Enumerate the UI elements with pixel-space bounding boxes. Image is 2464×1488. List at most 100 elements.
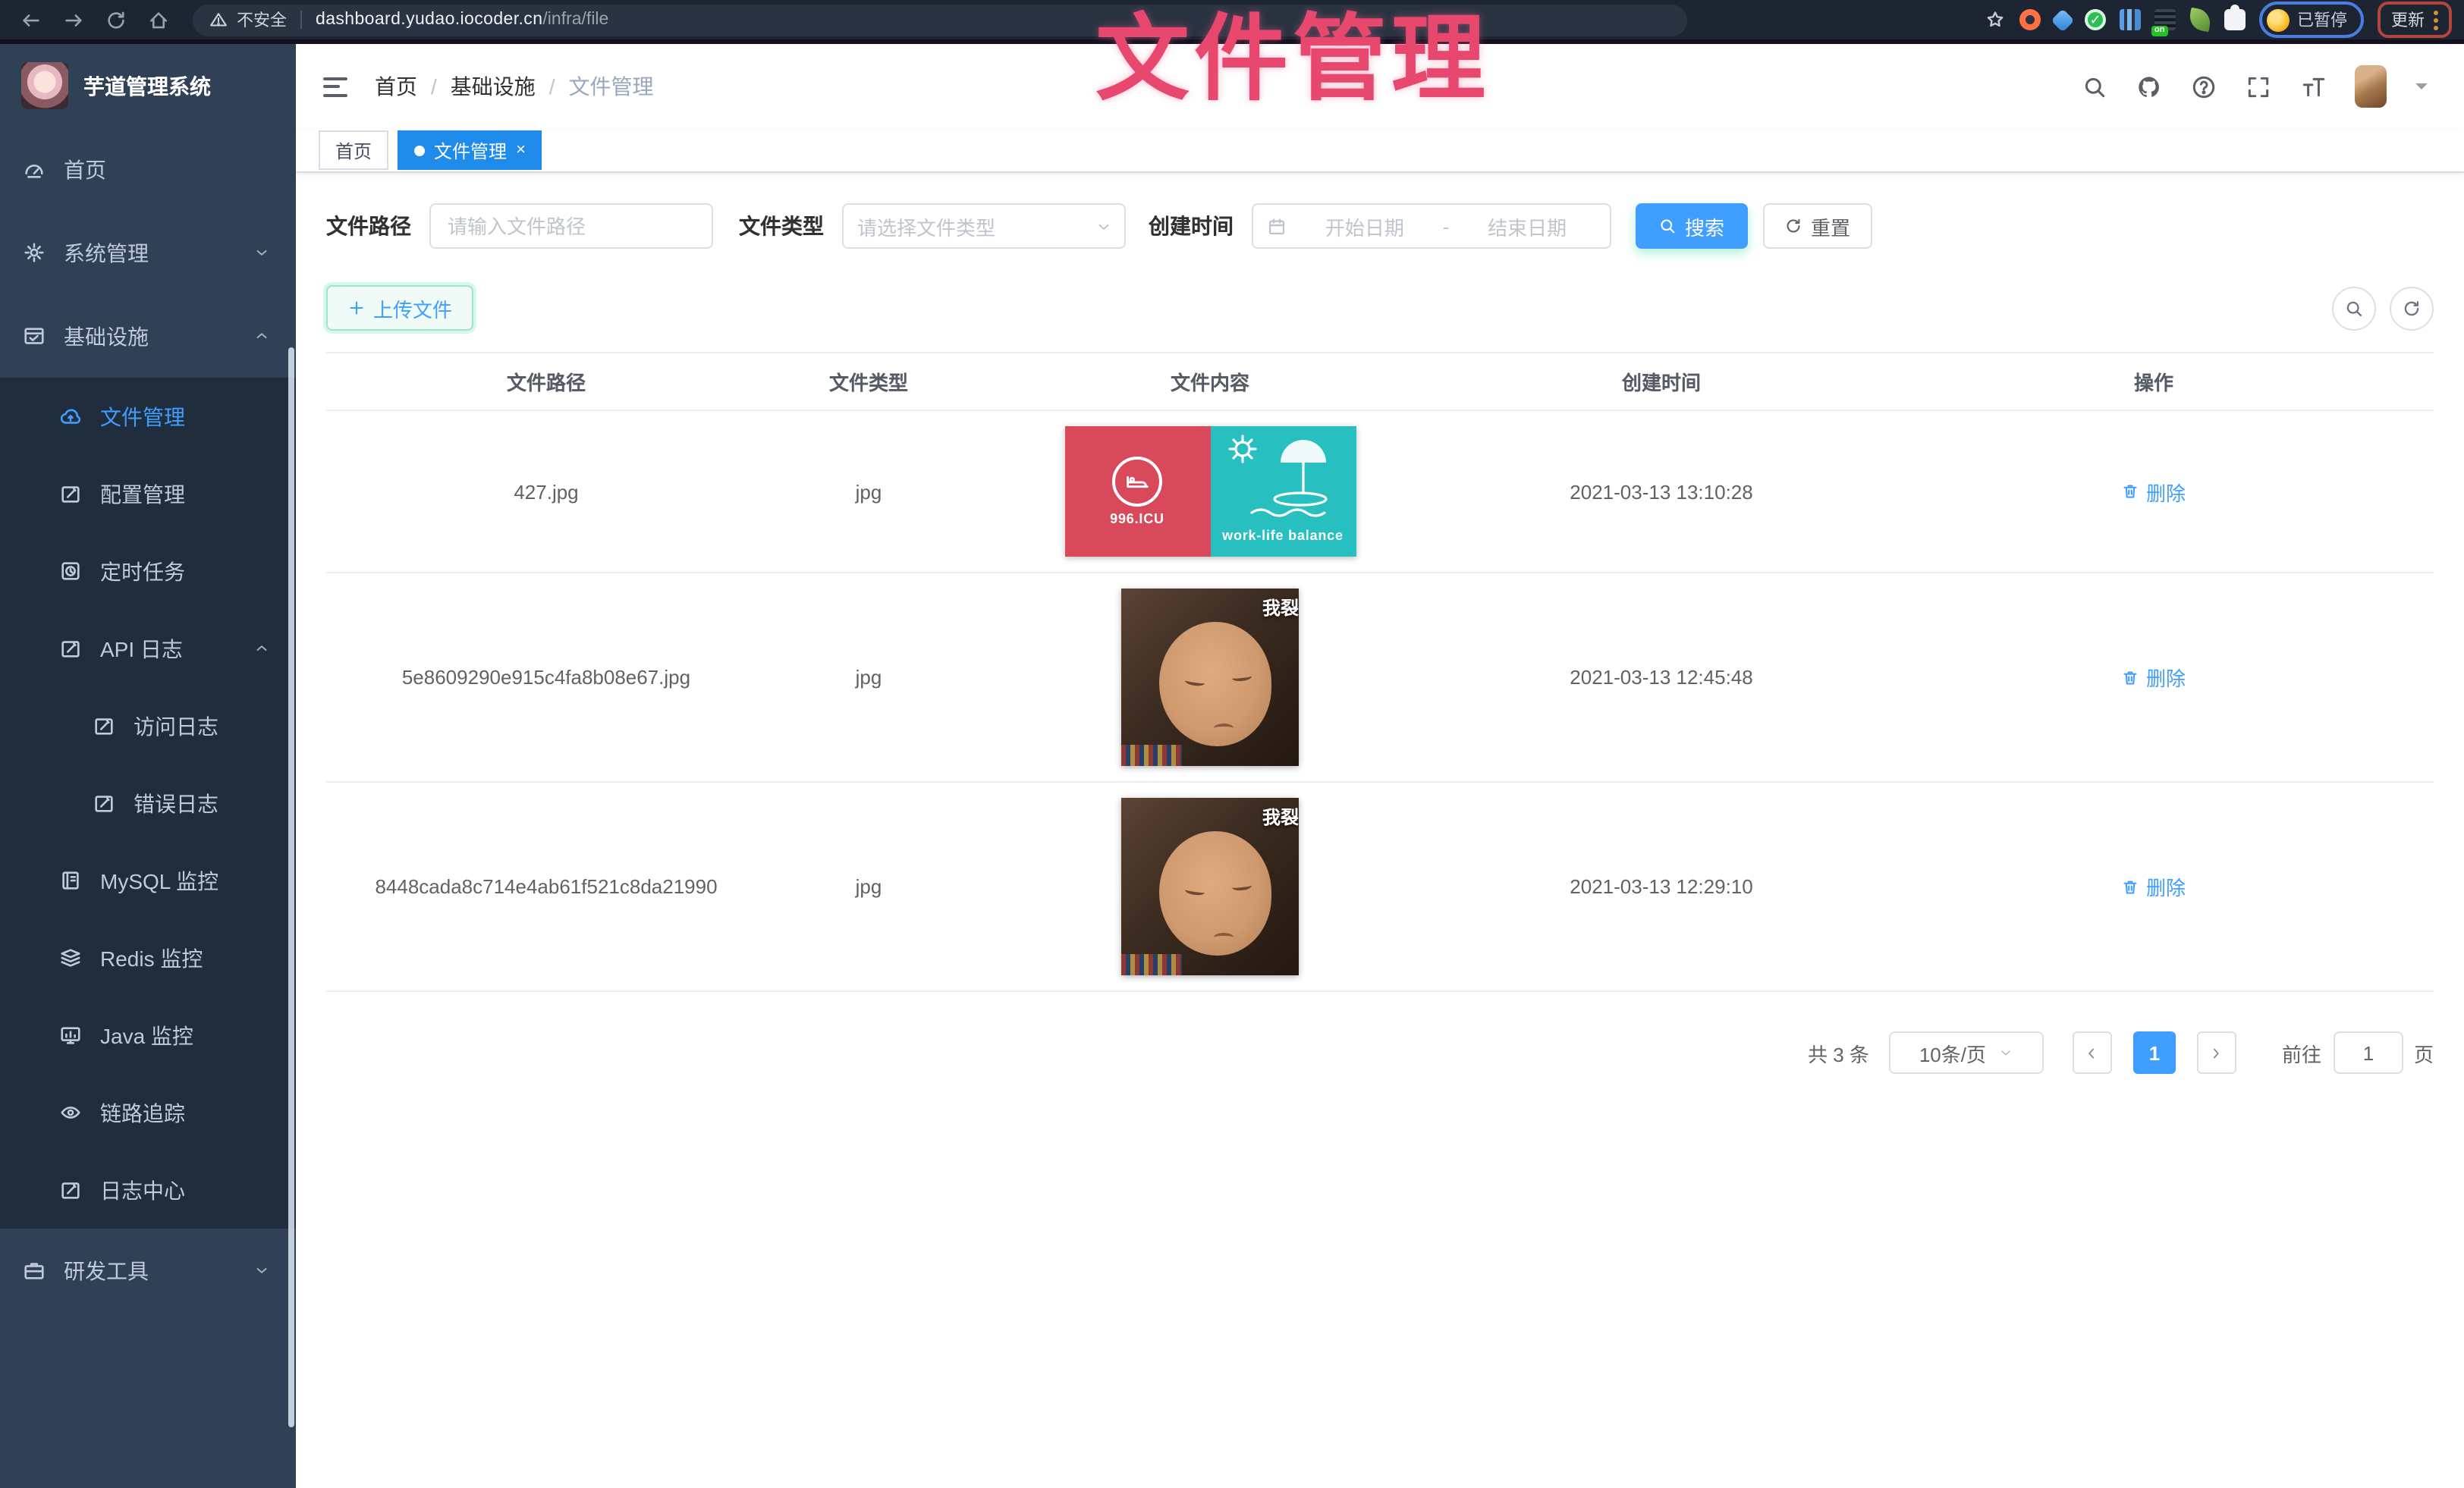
delete-button[interactable]: 删除	[2122, 872, 2186, 901]
sidebar-item-mysql-monitor[interactable]: MySQL 监控	[0, 842, 296, 919]
user-menu-caret-icon[interactable]	[2415, 83, 2428, 96]
trash-icon	[2122, 482, 2140, 501]
update-label: 更新	[2391, 8, 2425, 32]
file-type-label: 文件类型	[739, 211, 824, 241]
delete-button[interactable]: 删除	[2122, 663, 2186, 692]
infrastructure-icon	[23, 325, 46, 347]
app-logo-row[interactable]: 芋道管理系统	[0, 44, 296, 127]
layers-icon	[59, 946, 82, 969]
log-icon	[93, 714, 115, 737]
search-icon	[2344, 298, 2364, 318]
search-icon	[1659, 217, 1677, 235]
table-row: 427.jpg jpg 996.ICU	[326, 411, 2434, 573]
help-icon[interactable]	[2191, 74, 2217, 99]
bookmark-star-icon[interactable]	[1985, 9, 2006, 30]
page-number-1[interactable]: 1	[2133, 1031, 2176, 1074]
sidebar-item-access-log[interactable]: 访问日志	[0, 687, 296, 764]
chevron-left-icon	[2084, 1044, 2101, 1061]
sidebar-item-label: Java 监控	[100, 1020, 193, 1050]
browser-update-button[interactable]: 更新	[2378, 2, 2452, 38]
sidebar: 芋道管理系统 首页 系统管理 基础设施 文件管理 配置管理	[0, 44, 296, 1488]
breadcrumb-current: 文件管理	[569, 71, 654, 102]
prev-page-button[interactable]	[2073, 1031, 2112, 1074]
sidebar-item-label: 链路追踪	[100, 1097, 185, 1128]
extension-adblock-icon[interactable]	[2019, 9, 2041, 30]
profile-paused-badge[interactable]: 已暂停	[2259, 2, 2364, 38]
extension-bars-icon[interactable]	[2120, 9, 2141, 30]
extension-switch-icon[interactable]: on	[2154, 9, 2176, 30]
breadcrumb: 首页 / 基础设施 / 文件管理	[375, 71, 654, 102]
tab-close-icon[interactable]: ×	[516, 142, 526, 159]
search-button[interactable]: 搜索	[1636, 203, 1748, 249]
sidebar-scrollbar[interactable]	[288, 347, 294, 1427]
next-page-button[interactable]	[2197, 1031, 2236, 1074]
sidebar-item-log-center[interactable]: 日志中心	[0, 1151, 296, 1229]
extension-check-icon[interactable]: ✓	[2085, 9, 2106, 30]
banner-left-text: 996.ICU	[1110, 511, 1164, 526]
sidebar-item-java-monitor[interactable]: Java 监控	[0, 997, 296, 1074]
refresh-icon	[2402, 298, 2422, 318]
cell-file-path: 5e8609290e915c4fa8b08e67.jpg	[326, 666, 766, 689]
gear-icon	[23, 241, 46, 264]
sidebar-item-home[interactable]: 首页	[0, 127, 296, 211]
user-avatar[interactable]	[2355, 65, 2387, 108]
screen: 不安全 dashboard.yudao.iocoder.cn /infra/fi…	[0, 0, 2464, 1488]
col-header-content: 文件内容	[971, 367, 1449, 396]
extension-leaf-icon[interactable]	[2188, 8, 2212, 32]
sidebar-item-infrastructure[interactable]: 基础设施	[0, 294, 296, 378]
search-icon[interactable]	[2082, 74, 2107, 99]
table-toolbar: 上传文件	[326, 285, 2434, 331]
security-label: 不安全	[237, 8, 287, 32]
paused-label: 已暂停	[2297, 8, 2347, 32]
sidebar-item-label: 日志中心	[100, 1175, 185, 1205]
file-path-input[interactable]	[429, 203, 713, 249]
sidebar-item-redis-monitor[interactable]: Redis 监控	[0, 919, 296, 997]
eye-icon	[59, 1101, 82, 1124]
sidebar-item-file-management[interactable]: 文件管理	[0, 378, 296, 455]
upload-file-button[interactable]: 上传文件	[326, 285, 473, 331]
chevron-right-icon	[2208, 1044, 2225, 1061]
file-thumbnail-baby-meme: 我裂开了	[1121, 798, 1299, 975]
refresh-table-button[interactable]	[2390, 286, 2434, 330]
browser-home-icon[interactable]	[147, 8, 170, 31]
github-icon[interactable]	[2136, 74, 2162, 99]
date-separator: -	[1443, 215, 1450, 237]
extension-drop-icon[interactable]	[2051, 8, 2074, 31]
sidebar-item-scheduled-jobs[interactable]: 定时任务	[0, 532, 296, 610]
sidebar-item-system[interactable]: 系统管理	[0, 211, 296, 294]
refresh-icon	[1785, 217, 1803, 235]
goto-page-input[interactable]	[2334, 1031, 2403, 1074]
cell-actions: 删除	[1874, 872, 2434, 901]
hamburger-icon[interactable]	[323, 77, 347, 96]
browser-menu-icon[interactable]	[2434, 10, 2438, 30]
database-icon	[59, 869, 82, 892]
breadcrumb-infrastructure[interactable]: 基础设施	[451, 71, 536, 102]
edit-icon	[59, 482, 82, 505]
sidebar-item-config-management[interactable]: 配置管理	[0, 455, 296, 532]
sidebar-item-api-log[interactable]: API 日志	[0, 610, 296, 687]
tab-home[interactable]: 首页	[319, 130, 388, 170]
fullscreen-icon[interactable]	[2246, 74, 2271, 99]
date-range-picker[interactable]: 开始日期 - 结束日期	[1252, 203, 1611, 249]
breadcrumb-home[interactable]: 首页	[375, 71, 417, 102]
page-size-select[interactable]: 10条/页	[1889, 1031, 2044, 1074]
sidebar-item-error-log[interactable]: 错误日志	[0, 764, 296, 842]
col-header-path: 文件路径	[326, 367, 766, 396]
toggle-search-button[interactable]	[2332, 286, 2376, 330]
browser-reload-icon[interactable]	[105, 8, 127, 31]
browser-forward-icon[interactable]	[62, 8, 85, 31]
reset-button[interactable]: 重置	[1763, 203, 1872, 249]
sidebar-item-trace[interactable]: 链路追踪	[0, 1074, 296, 1151]
extensions-puzzle-icon[interactable]	[2224, 9, 2246, 30]
monitor-icon	[59, 1024, 82, 1047]
chevron-down-icon	[253, 244, 270, 261]
header-actions	[2082, 65, 2428, 108]
browser-back-icon[interactable]	[20, 8, 42, 31]
font-size-icon[interactable]	[2300, 74, 2326, 99]
sidebar-item-dev-tools[interactable]: 研发工具	[0, 1229, 296, 1312]
browser-toolbar: ✓ on 已暂停 更新	[1985, 0, 2452, 39]
app-title: 芋道管理系统	[83, 71, 211, 101]
file-type-select[interactable]: 请选择文件类型	[842, 203, 1126, 249]
tab-file-management[interactable]: 文件管理 ×	[398, 130, 542, 170]
delete-button[interactable]: 删除	[2122, 477, 2186, 506]
